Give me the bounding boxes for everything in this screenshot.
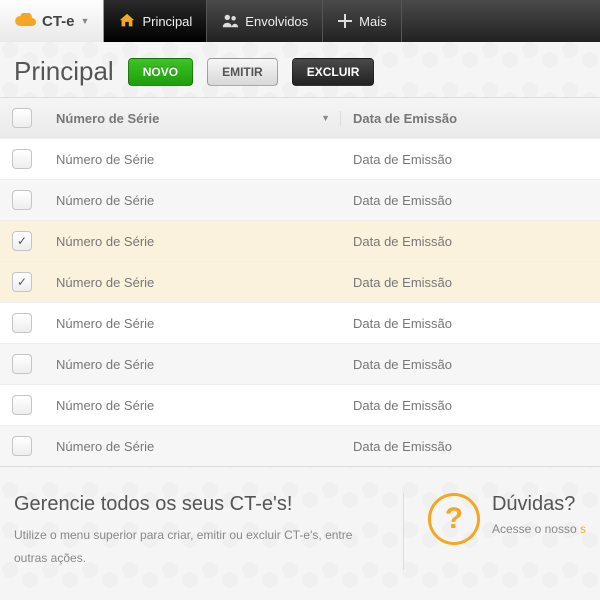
cell-serie: Número de Série bbox=[44, 316, 341, 331]
row-checkbox[interactable]: ✓ bbox=[12, 231, 32, 251]
titlebar: Principal NOVO EMITIR EXCLUIR bbox=[0, 42, 600, 97]
data-grid: Número de Série ▼ Data de Emissão Número… bbox=[0, 97, 600, 467]
row-checkbox[interactable] bbox=[12, 354, 32, 374]
cell-emissao: Data de Emissão bbox=[341, 439, 600, 454]
chevron-down-icon: ▼ bbox=[81, 16, 90, 26]
page-title: Principal bbox=[14, 56, 114, 87]
row-checkbox[interactable] bbox=[12, 190, 32, 210]
info-section: Gerencie todos os seus CT-e's! Utilize o… bbox=[14, 493, 586, 570]
table-row[interactable]: Número de SérieData de Emissão bbox=[0, 180, 600, 221]
emitir-button[interactable]: EMITIR bbox=[207, 58, 278, 86]
cell-emissao: Data de Emissão bbox=[341, 357, 600, 372]
question-icon: ? bbox=[428, 493, 480, 545]
nav-mais[interactable]: Mais bbox=[323, 0, 401, 42]
nav-principal[interactable]: Principal bbox=[104, 0, 207, 42]
cell-serie: Número de Série bbox=[44, 152, 341, 167]
row-checkbox[interactable] bbox=[12, 436, 32, 456]
cell-emissao: Data de Emissão bbox=[341, 234, 600, 249]
topbar: CT-e ▼ Principal Envolvidos Mais bbox=[0, 0, 600, 42]
row-checkbox[interactable]: ✓ bbox=[12, 272, 32, 292]
table-row[interactable]: Número de SérieData de Emissão bbox=[0, 344, 600, 385]
cell-serie: Número de Série bbox=[44, 234, 341, 249]
cell-emissao: Data de Emissão bbox=[341, 193, 600, 208]
table-row[interactable]: Número de SérieData de Emissão bbox=[0, 139, 600, 180]
cell-serie: Número de Série bbox=[44, 439, 341, 454]
novo-button[interactable]: NOVO bbox=[128, 58, 193, 86]
table-row[interactable]: Número de SérieData de Emissão bbox=[0, 385, 600, 426]
nav-principal-label: Principal bbox=[142, 14, 192, 29]
brand-label: CT-e bbox=[42, 13, 75, 30]
table-row[interactable]: Número de SérieData de Emissão bbox=[0, 303, 600, 344]
table-row[interactable]: ✓ Número de SérieData de Emissão bbox=[0, 262, 600, 303]
cloud-icon bbox=[14, 13, 36, 29]
row-checkbox[interactable] bbox=[12, 149, 32, 169]
row-checkbox[interactable] bbox=[12, 395, 32, 415]
info-left-title: Gerencie todos os seus CT-e's! bbox=[14, 493, 383, 516]
col-header-serie[interactable]: Número de Série ▼ bbox=[44, 111, 341, 126]
cell-emissao: Data de Emissão bbox=[341, 316, 600, 331]
sort-indicator-icon: ▼ bbox=[321, 113, 330, 123]
table-row[interactable]: ✓ Número de SérieData de Emissão bbox=[0, 221, 600, 262]
excluir-button[interactable]: EXCLUIR bbox=[292, 58, 375, 86]
info-left: Gerencie todos os seus CT-e's! Utilize o… bbox=[14, 493, 404, 570]
info-left-body: Utilize o menu superior para criar, emit… bbox=[14, 524, 383, 570]
select-all-checkbox[interactable] bbox=[12, 108, 32, 128]
info-right-body: Acesse o nosso s bbox=[492, 522, 586, 536]
row-checkbox[interactable] bbox=[12, 313, 32, 333]
grid-header: Número de Série ▼ Data de Emissão bbox=[0, 98, 600, 139]
home-icon bbox=[118, 12, 136, 30]
cell-emissao: Data de Emissão bbox=[341, 275, 600, 290]
cell-emissao: Data de Emissão bbox=[341, 398, 600, 413]
info-right: ? Dúvidas? Acesse o nosso s bbox=[428, 493, 586, 570]
nav-envolvidos-label: Envolvidos bbox=[245, 14, 308, 29]
brand-menu[interactable]: CT-e ▼ bbox=[0, 0, 104, 42]
cell-emissao: Data de Emissão bbox=[341, 152, 600, 167]
support-link[interactable]: s bbox=[580, 522, 586, 536]
col-header-emissao[interactable]: Data de Emissão bbox=[341, 111, 600, 126]
people-icon bbox=[221, 12, 239, 30]
info-right-title: Dúvidas? bbox=[492, 493, 586, 516]
cell-serie: Número de Série bbox=[44, 275, 341, 290]
cell-serie: Número de Série bbox=[44, 357, 341, 372]
nav-envolvidos[interactable]: Envolvidos bbox=[207, 0, 323, 42]
table-row[interactable]: Número de SérieData de Emissão bbox=[0, 426, 600, 466]
cell-serie: Número de Série bbox=[44, 193, 341, 208]
cell-serie: Número de Série bbox=[44, 398, 341, 413]
nav-mais-label: Mais bbox=[359, 14, 386, 29]
plus-icon bbox=[337, 13, 353, 29]
